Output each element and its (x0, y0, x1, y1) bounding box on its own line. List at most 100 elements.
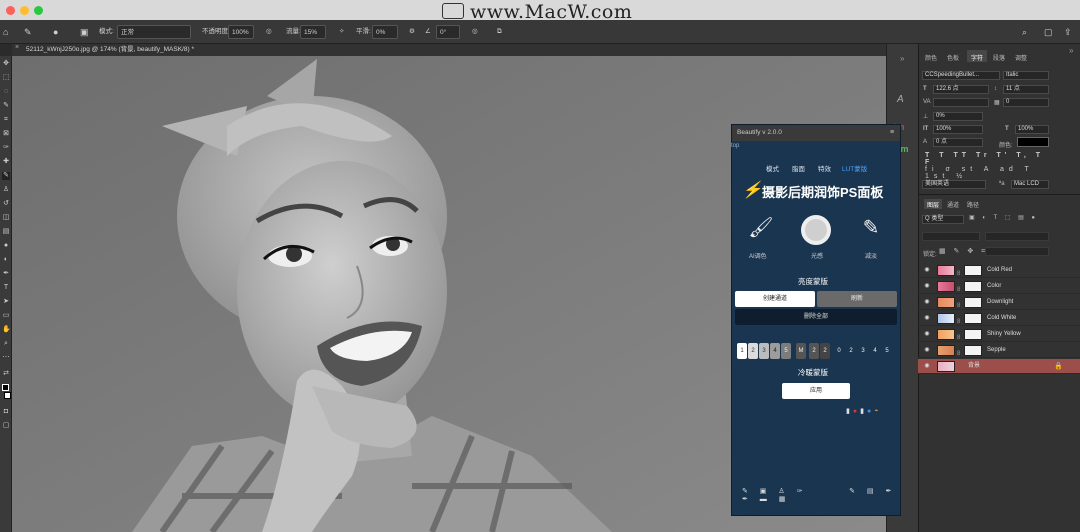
lum-level-button[interactable]: 3 (759, 343, 769, 359)
layer-mask-thumbnail[interactable] (964, 265, 982, 276)
language-select[interactable]: 美国英语 (922, 180, 986, 189)
tab-character[interactable]: 字符 (967, 50, 988, 62)
vscale-field[interactable]: 100% (933, 125, 983, 134)
layer-mask-thumbnail[interactable] (964, 329, 982, 340)
light-compact-icon[interactable] (801, 215, 831, 245)
brush-tool-active-icon[interactable]: ✎ (2, 172, 10, 180)
type-style-buttons[interactable]: T T TT Tr T' T, T F (925, 152, 1055, 166)
close-window-button[interactable] (6, 6, 15, 15)
blur-tool-icon[interactable]: ● (2, 242, 10, 250)
visibility-eye-icon[interactable]: ◉ (923, 359, 931, 374)
lock-icon[interactable]: 🔒 (1054, 359, 1063, 374)
pressure-opacity-icon[interactable]: ◎ (266, 25, 272, 39)
bottom-toolbar-icons[interactable]: ✎ ▣ ♙ ✑ ✎ ▤ ✒ ✒ ▬ ▦ (742, 487, 900, 503)
marquee-tool-icon[interactable]: ⬚ (2, 74, 10, 82)
font-size-field[interactable]: 122.6 点 (933, 85, 989, 94)
lum-level-button[interactable]: 2 (809, 343, 819, 359)
zoom-tool-icon[interactable]: ⌕ (2, 340, 10, 348)
home-icon[interactable]: ⌂ (3, 25, 8, 39)
lum-level-button[interactable]: 2 (748, 343, 758, 359)
frame-tool-icon[interactable]: ⊠ (2, 130, 10, 138)
leading-field[interactable]: 11 点 (1003, 85, 1049, 94)
create-channel-button[interactable]: 创建通道 (735, 291, 815, 307)
healing-tool-icon[interactable]: ✚ (2, 158, 10, 166)
angle-field[interactable]: 0° (436, 25, 460, 39)
brush-preset-icon[interactable]: ● (53, 25, 58, 39)
preset-swatch-icons[interactable]: ▮●▮●◓ (846, 407, 881, 415)
dodge-tool-icon[interactable]: ◐ (2, 256, 10, 264)
plugin-tab-effects[interactable]: 特效 (818, 163, 831, 173)
type-tool-icon[interactable]: T (2, 284, 10, 292)
text-plugin-icon[interactable]: A (897, 94, 904, 105)
plugin-tab-lut-mask[interactable]: LUT蒙版 (842, 163, 867, 173)
brush-settings-icon[interactable]: ▣ (80, 25, 89, 39)
refresh-button[interactable]: 刷新 (817, 291, 897, 307)
screen-mode-icon[interactable]: ▢ (2, 422, 10, 430)
quick-mask-icon[interactable]: ◘ (2, 408, 10, 416)
minimize-window-button[interactable] (20, 6, 29, 15)
lum-level-button[interactable]: 5 (781, 343, 791, 359)
layer-kind-filter[interactable]: Q 类型 (922, 215, 964, 224)
background-color-swatch[interactable] (4, 392, 11, 399)
crop-tool-icon[interactable]: ⌗ (2, 116, 10, 124)
lum-level-button[interactable]: 1 (737, 343, 747, 359)
foreground-color-swatch[interactable] (2, 384, 9, 391)
history-brush-icon[interactable]: ↺ (2, 200, 10, 208)
font-style-select[interactable]: Italic (1003, 71, 1049, 80)
plugin-menu-icon[interactable]: ≡ (890, 125, 894, 141)
smoothing-field[interactable]: 0% (372, 25, 398, 39)
layer-mask-thumbnail[interactable] (964, 345, 982, 356)
layer-row[interactable]: ◉ 8 Cold Red (918, 263, 1080, 278)
delete-all-button[interactable]: 删除全部 (735, 309, 897, 325)
tab-paragraph[interactable]: 段落 (993, 53, 1005, 62)
layer-row[interactable]: ◉ 8 Cold White (918, 311, 1080, 326)
layer-mask-thumbnail[interactable] (964, 281, 982, 292)
smoothing-settings-icon[interactable]: ⚙ (409, 25, 415, 39)
symmetry-icon[interactable]: ⧉ (497, 25, 502, 39)
quick-select-icon[interactable]: ✎ (2, 102, 10, 110)
layer-opacity-field[interactable] (985, 232, 1049, 241)
font-family-select[interactable]: CCSpeedingBullet... (922, 71, 1000, 80)
airbrush-icon[interactable]: ✧ (339, 25, 344, 39)
kerning-field[interactable] (933, 98, 989, 107)
flow-field[interactable]: 15% (300, 25, 326, 39)
plugin-tab-face[interactable]: 脂面 (792, 163, 805, 173)
blend-mode-select[interactable] (922, 232, 980, 241)
dodge-brush-icon[interactable]: ✎ (856, 215, 886, 245)
tab-layers[interactable]: 图层 (924, 199, 943, 209)
apply-button[interactable]: 应用 (782, 383, 850, 399)
close-tab-icon[interactable]: × (15, 44, 19, 51)
fill-field[interactable] (985, 247, 1049, 256)
gradient-tool-icon[interactable]: ▤ (2, 228, 10, 236)
shadow-level-button[interactable]: 4 (870, 343, 880, 359)
vertical-scale-field[interactable]: 0% (933, 112, 983, 121)
eraser-tool-icon[interactable]: ◫ (2, 214, 10, 222)
layer-row-selected[interactable]: ◉ 背景 🔒 (918, 359, 1080, 374)
swap-colors-icon[interactable]: ⇄ (2, 370, 10, 378)
eyedropper-tool-icon[interactable]: ✑ (2, 144, 10, 152)
layer-row[interactable]: ◉ 8 Shiny Yellow (918, 327, 1080, 342)
search-icon[interactable]: ⌕ (1022, 25, 1027, 39)
panel-collapse-icon[interactable]: » (1069, 46, 1073, 55)
mode-select[interactable]: 正常 (117, 25, 191, 39)
opentype-buttons[interactable]: fi σ st A ad T 1st ½ (925, 166, 1055, 180)
tab-channels[interactable]: 通道 (947, 200, 959, 209)
opacity-field[interactable]: 100% (228, 25, 254, 39)
ai-brush-icon[interactable]: 🖌 (746, 215, 776, 245)
layer-row[interactable]: ◉ 8 Downlight (918, 295, 1080, 310)
visibility-eye-icon[interactable]: ◉ (923, 327, 931, 342)
lasso-tool-icon[interactable]: ◌ (2, 88, 10, 96)
move-tool-icon[interactable]: ✥ (2, 60, 10, 68)
baseline-shift-field[interactable]: 0 点 (933, 138, 983, 147)
layer-filter-icons[interactable]: ▣ ◐ T ⬚ ▤ ● (969, 214, 1038, 221)
tab-adjustments[interactable]: 调整 (1015, 53, 1027, 62)
pen-tool-icon[interactable]: ✒ (2, 270, 10, 278)
tab-swatches[interactable]: 色板 (947, 53, 959, 62)
mid-level-button[interactable]: M (796, 343, 806, 359)
visibility-eye-icon[interactable]: ◉ (923, 295, 931, 310)
text-color-swatch[interactable] (1017, 137, 1049, 147)
shadow-level-button[interactable]: 5 (882, 343, 892, 359)
clone-stamp-icon[interactable]: ♙ (2, 186, 10, 194)
hscale-field[interactable]: 100% (1015, 125, 1049, 134)
more-tools-icon[interactable]: ⋯ (2, 354, 10, 362)
